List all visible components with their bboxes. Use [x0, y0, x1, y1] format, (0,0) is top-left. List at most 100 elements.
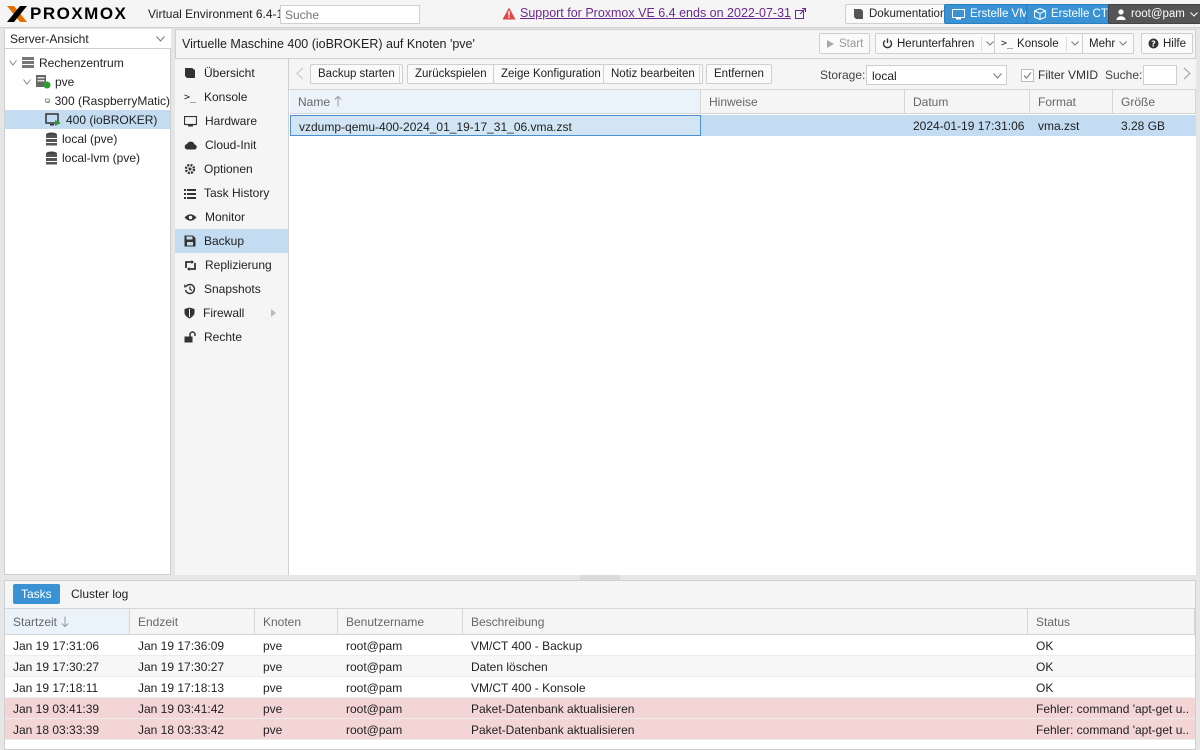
- table-row-error[interactable]: Jan 18 03:33:39 Jan 18 03:33:42 pve root…: [5, 719, 1195, 740]
- console-label: Konsole: [1017, 37, 1059, 50]
- backup-start-button[interactable]: Backup starten: [310, 64, 403, 84]
- nav-item-summary[interactable]: Übersicht: [175, 61, 288, 85]
- column-size[interactable]: Größe: [1113, 90, 1196, 113]
- tree-item-datacenter[interactable]: Rechenzentrum: [5, 53, 170, 72]
- table-row-error[interactable]: Jan 19 03:41:39 Jan 19 03:41:42 pve root…: [5, 698, 1195, 719]
- sort-descending-icon: [61, 616, 69, 627]
- unlock-icon: [184, 331, 196, 343]
- tree-item-storage-local[interactable]: local (pve): [5, 129, 170, 148]
- column-label: Datum: [913, 94, 949, 109]
- scroll-right-icon[interactable]: [1183, 67, 1191, 80]
- storage-icon: [46, 132, 57, 145]
- cell-notes: [701, 115, 905, 136]
- create-vm-button[interactable]: Erstelle VM: [944, 4, 1037, 24]
- expand-arrow-icon[interactable]: [271, 309, 276, 317]
- nav-item-task-history[interactable]: Task History: [175, 181, 288, 205]
- toolbar-separator: [699, 66, 700, 83]
- nav-item-backup[interactable]: Backup: [175, 229, 288, 253]
- view-select-value: Server-Ansicht: [10, 32, 89, 46]
- column-name[interactable]: Name: [290, 90, 701, 113]
- chevron-down-icon[interactable]: [1070, 41, 1079, 46]
- nav-item-label: Übersicht: [204, 66, 255, 80]
- shutdown-button[interactable]: Herunterfahren: [875, 33, 1002, 54]
- table-row[interactable]: Jan 19 17:30:27 Jan 19 17:30:27 pve root…: [5, 656, 1195, 677]
- column-node[interactable]: Knoten: [255, 609, 338, 634]
- show-config-button[interactable]: Zeige Konfiguration: [493, 64, 609, 84]
- nav-item-label: Replizierung: [205, 258, 272, 272]
- support-link[interactable]: Support for Proxmox VE 6.4 ends on 2022-…: [502, 6, 806, 20]
- tab-label: Tasks: [21, 587, 52, 601]
- backup-panel: [289, 59, 1196, 575]
- nav-item-console[interactable]: >_ Konsole: [175, 85, 288, 109]
- tab-cluster-log[interactable]: Cluster log: [63, 584, 136, 604]
- support-link-text[interactable]: Support for Proxmox VE 6.4 ends on 2022-…: [520, 6, 791, 20]
- more-button[interactable]: Mehr: [1082, 33, 1135, 54]
- start-button[interactable]: Start: [819, 33, 871, 54]
- column-label: Name: [298, 94, 331, 109]
- svg-text:?: ?: [1151, 40, 1156, 49]
- table-row[interactable]: Jan 19 17:18:11 Jan 19 17:18:13 pve root…: [5, 677, 1195, 698]
- chevron-down-icon: [1119, 41, 1128, 46]
- vm-subnav: Übersicht >_ Konsole Hardware Cloud-Init…: [175, 59, 289, 575]
- toolbar-separator: [399, 66, 400, 83]
- table-row[interactable]: Jan 19 17:31:06 Jan 19 17:36:09 pve root…: [5, 635, 1195, 656]
- column-status[interactable]: Status: [1028, 609, 1195, 634]
- checkbox-checked-icon[interactable]: [1021, 68, 1034, 82]
- nav-item-hardware[interactable]: Hardware: [175, 109, 288, 133]
- column-format[interactable]: Format: [1030, 90, 1113, 113]
- help-label: Hilfe: [1163, 37, 1187, 50]
- nav-item-cloud-init[interactable]: Cloud-Init: [175, 133, 288, 157]
- documentation-button[interactable]: Dokumentation: [845, 4, 955, 24]
- column-label: Hinweise: [709, 94, 758, 109]
- storage-select-value: local: [872, 69, 897, 83]
- restore-button[interactable]: Zurückspielen: [407, 64, 495, 84]
- chevron-down-icon[interactable]: [9, 59, 17, 66]
- tab-tasks[interactable]: Tasks: [13, 584, 60, 604]
- table-row[interactable]: vzdump-qemu-400-2024_01_19-17_31_06.vma.…: [290, 115, 1196, 136]
- chevron-down-icon: [1190, 11, 1198, 17]
- gear-icon: [184, 163, 196, 175]
- nav-item-permissions[interactable]: Rechte: [175, 325, 288, 349]
- edit-note-button[interactable]: Notiz bearbeiten: [603, 64, 703, 84]
- cell-date: 2024-01-19 17:31:06: [913, 119, 1025, 133]
- nav-item-options[interactable]: Optionen: [175, 157, 288, 181]
- backup-search-input[interactable]: [1143, 65, 1177, 85]
- chevron-down-icon[interactable]: [23, 78, 31, 85]
- tree-item-node-pve[interactable]: pve: [5, 72, 170, 91]
- cloud-icon: [184, 141, 197, 150]
- nav-item-snapshots[interactable]: Snapshots: [175, 277, 288, 301]
- column-date[interactable]: Datum: [905, 90, 1030, 113]
- tree-item-storage-local-lvm[interactable]: local-lvm (pve): [5, 148, 170, 167]
- create-ct-button[interactable]: Erstelle CT: [1026, 4, 1116, 24]
- cell-status: Fehler: command 'apt-get u...: [1036, 723, 1188, 737]
- column-end[interactable]: Endzeit: [130, 609, 255, 634]
- search-input[interactable]: [280, 5, 420, 24]
- log-tabbar: [5, 581, 1195, 609]
- play-icon: [827, 39, 834, 48]
- user-menu-button[interactable]: root@pam: [1108, 4, 1200, 24]
- cell-node: pve: [263, 639, 283, 653]
- nav-item-replication[interactable]: Replizierung: [175, 253, 288, 277]
- console-button[interactable]: >_ Konsole: [994, 33, 1086, 54]
- nav-item-firewall[interactable]: Firewall: [175, 301, 288, 325]
- help-button[interactable]: ? Hilfe: [1141, 33, 1194, 54]
- remove-button[interactable]: Entfernen: [706, 64, 772, 84]
- view-select[interactable]: Server-Ansicht: [5, 29, 171, 49]
- filter-vmid-checkbox[interactable]: Filter VMID: [1021, 68, 1098, 82]
- book-icon: [854, 9, 863, 19]
- scroll-left-icon[interactable]: [296, 67, 304, 80]
- tree-item-vm-400[interactable]: 400 (ioBROKER): [5, 110, 170, 129]
- nav-item-monitor[interactable]: Monitor: [175, 205, 288, 229]
- storage-select[interactable]: local: [866, 65, 1007, 85]
- column-start[interactable]: Startzeit: [5, 609, 130, 634]
- cell-start: Jan 19 17:18:11: [13, 681, 99, 695]
- cell-node: pve: [263, 723, 283, 737]
- column-user[interactable]: Benutzername: [338, 609, 463, 634]
- cell-user: root@pam: [346, 660, 403, 674]
- user-icon: [1116, 8, 1126, 20]
- column-description[interactable]: Beschreibung: [463, 609, 1028, 634]
- column-notes[interactable]: Hinweise: [701, 90, 905, 113]
- column-label: Beschreibung: [471, 614, 545, 629]
- storage-icon: [46, 151, 57, 164]
- tree-item-vm-300[interactable]: 300 (RaspberryMatic): [5, 91, 170, 110]
